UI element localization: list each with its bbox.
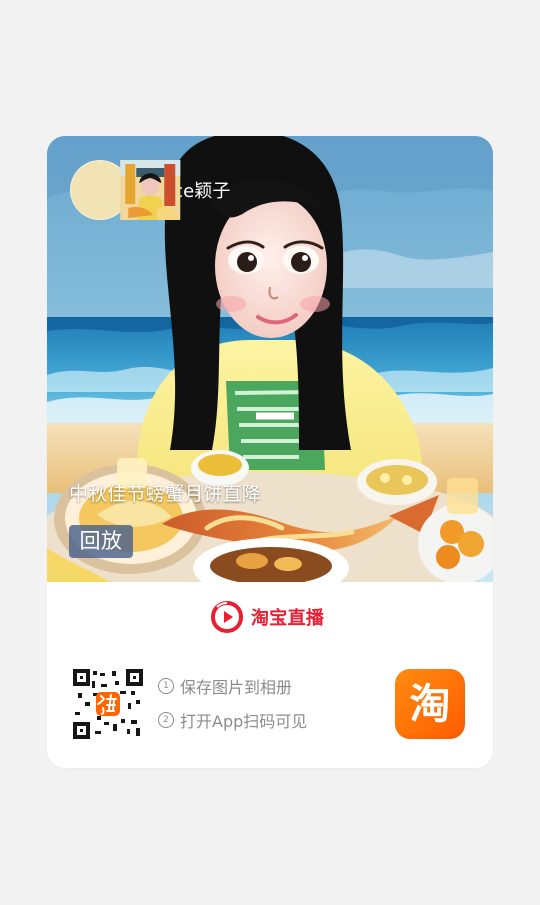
streamer-avatar[interactable] [70,160,181,220]
taobao-live-brand-name: 淘宝直播 [251,608,325,629]
qr-code[interactable] [73,669,143,739]
streamer-info[interactable]: grace颖子 [70,160,231,220]
taobao-live-play-icon [210,600,244,634]
live-stream-preview-image[interactable]: grace颖子 中秋佳节螃蟹月饼直降 回放 [47,136,493,582]
live-title: 中秋佳节螃蟹月饼直降 [69,483,262,505]
qr-instructions: 1 保存图片到相册 2 打开App扫码可见 [158,674,378,742]
instruction-step: 2 打开App扫码可见 [158,708,378,732]
qr-code-pattern [73,669,143,739]
instruction-step-text: 打开App扫码可见 [180,712,308,731]
instruction-step-number: 1 [158,678,174,694]
taobao-live-brand: 淘宝直播 [210,600,324,634]
live-share-card: grace颖子 中秋佳节螃蟹月饼直降 回放 淘宝直播 1 保存图片到相册 2 打… [47,136,493,768]
replay-badge[interactable]: 回放 [69,525,133,558]
instruction-step-number: 2 [158,712,174,728]
instruction-step: 1 保存图片到相册 [158,674,378,698]
streamer-avatar-illustration [120,160,181,220]
taobao-app-icon[interactable]: 淘 [395,669,465,739]
instruction-step-text: 保存图片到相册 [180,678,293,697]
